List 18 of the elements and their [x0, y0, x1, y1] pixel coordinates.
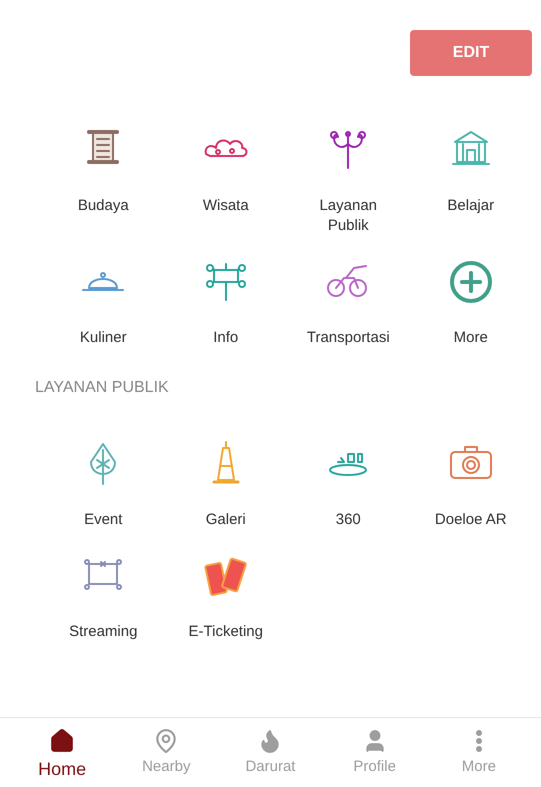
nav-tab[interactable]: Home [17, 718, 108, 787]
menu-item[interactable]: Info [178, 328, 274, 348]
menu-item[interactable]: Kuliner [55, 328, 152, 348]
menu-item[interactable]: 360 [300, 510, 396, 530]
menu-item[interactable]: More [422, 328, 519, 348]
menu-item[interactable]: Galeri [178, 510, 274, 530]
menu-item[interactable]: Budaya [55, 196, 152, 216]
menu-item[interactable]: Transportasi [300, 328, 396, 348]
menu-item[interactable]: E-Ticketing [178, 622, 274, 642]
menu-item[interactable]: Doeloe AR [422, 510, 519, 530]
section-title: LAYANAN PUBLIK [34, 378, 170, 398]
menu-item[interactable]: Event [55, 510, 152, 530]
home-icon [49, 728, 76, 754]
more-vertical-icon [476, 730, 482, 752]
menu-item[interactable]: Wisata [178, 196, 274, 216]
menu-item[interactable]: Layanan Publik [300, 196, 396, 236]
menu-item[interactable]: Belajar [422, 196, 519, 216]
menu-item[interactable]: Streaming [55, 622, 152, 642]
